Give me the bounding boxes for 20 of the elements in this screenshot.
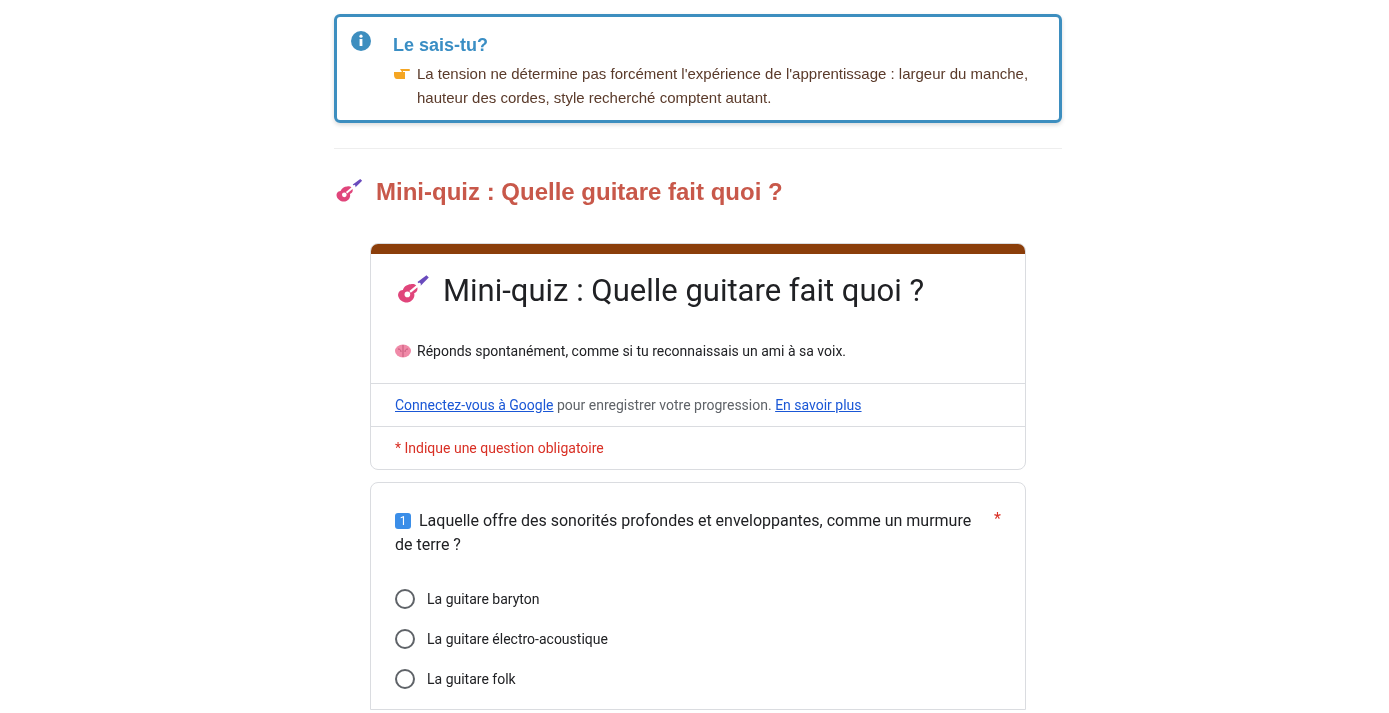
radio-button[interactable] xyxy=(395,629,415,649)
radio-option[interactable]: La guitare baryton xyxy=(395,579,1001,619)
radio-option[interactable]: La guitare électro-acoustique xyxy=(395,619,1001,659)
section-heading: Mini-quiz : Quelle guitare fait quoi ? xyxy=(376,178,783,206)
learn-more-link[interactable]: En savoir plus xyxy=(775,397,862,413)
info-text: La tension ne détermine pas forcément l'expérience de l'apprentissage : largeur du manche, hauteur des cordes, style recherché comptent autant. xyxy=(417,64,1030,108)
question-text: 1 Laquelle offre des sonorités profondes et enveloppantes, comme un murmure de terre ? xyxy=(395,510,973,556)
signin-link[interactable]: Connectez-vous à Google xyxy=(395,397,554,413)
number-key-icon: 1 xyxy=(395,513,411,529)
signin-notice: Connectez-vous à Google pour enregistrer votre progression. En savoir plus xyxy=(395,397,863,413)
info-icon xyxy=(351,31,371,51)
radio-button[interactable] xyxy=(395,669,415,689)
radio-option[interactable]: La guitare folk xyxy=(395,659,1001,699)
brain-icon xyxy=(395,344,411,358)
required-note: * Indique une question obligatoire xyxy=(395,440,605,456)
form-title: Mini-quiz : Quelle guitare fait quoi ? xyxy=(443,272,925,309)
info-title: Le sais-tu? xyxy=(393,34,490,56)
required-mark: * xyxy=(994,509,1001,530)
form-description: Réponds spontanément, comme si tu reconnaissais un ami à sa voix. xyxy=(417,343,847,359)
radio-button[interactable] xyxy=(395,589,415,609)
